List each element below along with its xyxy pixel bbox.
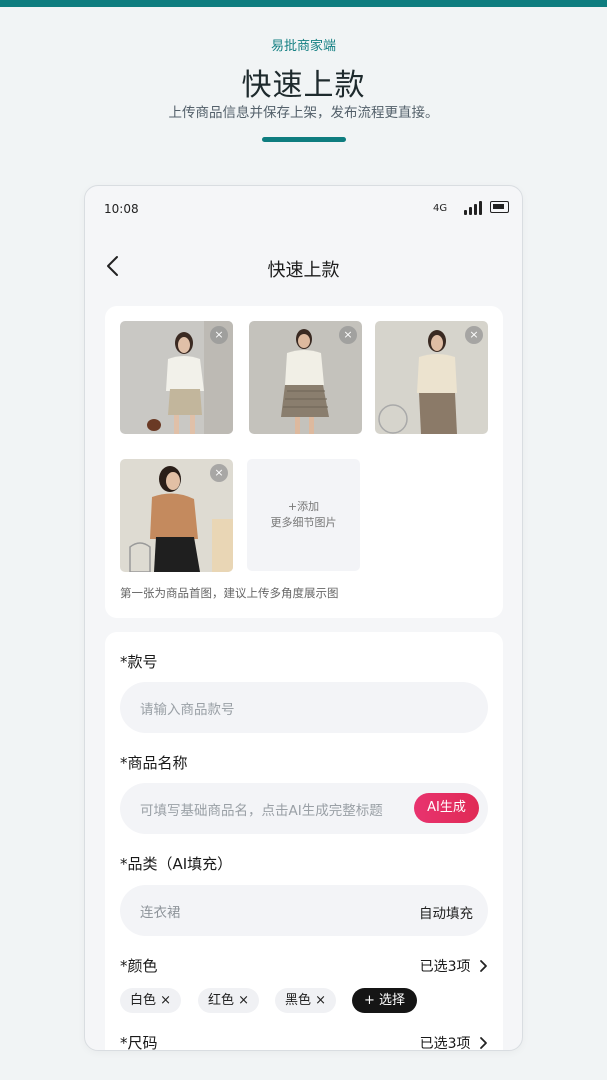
product-name-input[interactable]: 可填写基础商品名，点击AI生成完整标题 AI生成	[120, 783, 488, 834]
style-no-placeholder: 请输入商品款号	[140, 702, 235, 718]
color-selected-count: 已选3项	[419, 959, 471, 975]
chevron-right-icon	[480, 1037, 487, 1049]
title-underline	[262, 137, 346, 142]
battery-icon	[490, 201, 509, 213]
nav-bar: 快速上款	[85, 244, 522, 290]
network-type: 4G	[433, 203, 448, 214]
signal-bars-icon	[464, 201, 484, 215]
delete-image-2-button[interactable]: ×	[339, 326, 357, 344]
category-value: 连衣裙	[140, 905, 181, 921]
product-name-placeholder: 可填写基础商品名，点击AI生成完整标题	[140, 803, 383, 819]
color-chip-red[interactable]: 红色 ×	[198, 988, 260, 1013]
auto-fill-label: 自动填充	[419, 906, 473, 922]
page-title: 快速上款	[241, 68, 366, 103]
page-subtitle: 上传商品信息并保存上架，发布流程更直接。	[168, 105, 439, 121]
delete-image-3-button[interactable]: ×	[465, 326, 483, 344]
image-upload-card: × × × × +添加 更多细节图片 第一张为商品首图，建议上传多角度展示图	[105, 306, 503, 618]
style-no-label: *款号	[120, 653, 158, 671]
category-label: *品类（AI填充）	[120, 855, 233, 873]
image-hint: 第一张为商品首图，建议上传多角度展示图	[120, 586, 339, 600]
product-image-1[interactable]: ×	[120, 321, 233, 434]
add-image-line2: 更多细节图片	[270, 516, 337, 529]
add-image-button[interactable]: +添加 更多细节图片	[247, 459, 360, 571]
color-label: *颜色	[120, 957, 158, 975]
delete-image-4-button[interactable]: ×	[210, 464, 228, 482]
product-image-4[interactable]: ×	[120, 459, 233, 572]
color-chip-black[interactable]: 黑色 ×	[275, 988, 337, 1013]
add-image-line1: +添加	[287, 500, 320, 513]
chevron-right-icon	[480, 960, 487, 972]
product-image-2[interactable]: ×	[249, 321, 362, 434]
ai-generate-button[interactable]: AI生成	[414, 793, 479, 823]
top-accent-bar	[0, 0, 607, 7]
product-name-label: *商品名称	[120, 754, 188, 772]
brand-label: 易批商家端	[270, 39, 336, 54]
product-form-card: *款号 请输入商品款号 *商品名称 可填写基础商品名，点击AI生成完整标题 AI…	[105, 632, 503, 1051]
delete-image-1-button[interactable]: ×	[210, 326, 228, 344]
nav-title: 快速上款	[267, 260, 340, 281]
product-image-3[interactable]: ×	[375, 321, 488, 434]
select-color-button[interactable]: + 选择	[352, 988, 418, 1013]
status-bar: 10:08 4G	[85, 186, 522, 230]
size-selected-count: 已选3项	[419, 1036, 471, 1051]
status-time: 10:08	[104, 202, 139, 216]
size-label: *尺码	[120, 1034, 158, 1051]
style-no-input[interactable]: 请输入商品款号	[120, 682, 488, 733]
color-chip-white[interactable]: 白色 ×	[120, 988, 182, 1013]
color-selected-link[interactable]: 已选3项	[420, 956, 488, 976]
phone-frame: 10:08 4G 快速上款 × × × × +添加 更多细节图片 第一张为商品首…	[84, 185, 523, 1051]
category-input[interactable]: 连衣裙 自动填充	[120, 885, 488, 936]
size-selected-link[interactable]: 已选3项	[419, 1033, 488, 1051]
